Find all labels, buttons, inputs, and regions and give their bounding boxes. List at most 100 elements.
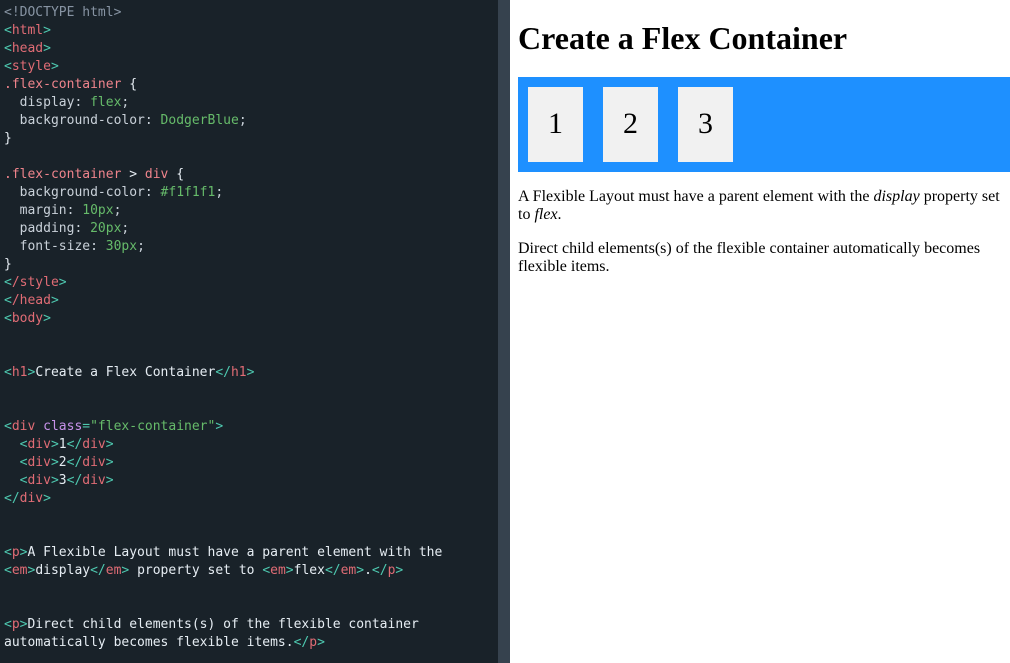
code-token-semicolon: ; xyxy=(121,95,130,110)
code-token-punct: > xyxy=(50,473,59,488)
code-token-punct: > xyxy=(50,59,59,74)
code-token-tag: head xyxy=(11,41,44,56)
code-token-punct: < xyxy=(4,293,12,308)
code-token-punct: < xyxy=(262,563,271,578)
code-editor-pane[interactable]: <!DOCTYPE html> <html> <head> <style> .flex-… xyxy=(0,0,510,663)
code-token-punct: > xyxy=(50,455,59,470)
code-token-text: Direct child elements(s) of the flexible… xyxy=(27,617,419,632)
code-line: .flex-container > div { xyxy=(4,166,498,184)
code-token-colon: : xyxy=(90,239,106,254)
code-token-text: 2 xyxy=(58,455,67,470)
code-token-tag: h1 xyxy=(11,365,28,380)
code-token-tag: em xyxy=(11,563,28,578)
code-token-punct: < xyxy=(4,617,12,632)
code-line: <div>1</div> xyxy=(4,436,498,454)
code-token-indent xyxy=(4,203,20,218)
code-token-punct: </ xyxy=(215,365,231,380)
code-token-punct: > xyxy=(317,635,325,650)
code-token-tag: div xyxy=(82,455,106,470)
code-token-indent xyxy=(4,221,20,236)
code-token-text: . xyxy=(364,563,372,578)
code-token-punct: > xyxy=(58,275,67,290)
code-token-property: display xyxy=(19,95,75,110)
code-token-colon: : xyxy=(66,203,83,218)
code-token-colon: : xyxy=(144,113,161,128)
page-title: Create a Flex Container xyxy=(518,20,848,56)
code-token-text: 1 xyxy=(58,437,67,452)
code-token-semicolon: ; xyxy=(238,113,247,128)
code-token-punct: </ xyxy=(66,437,83,452)
code-token-punct: < xyxy=(4,41,12,56)
flex-item: 1 xyxy=(528,87,583,162)
code-line: background-color: DodgerBlue; xyxy=(4,112,498,130)
code-line: <style> xyxy=(4,58,498,76)
code-token-punct: > xyxy=(43,41,51,56)
code-token-punct: </ xyxy=(371,563,388,578)
code-editor-text-area[interactable]: <!DOCTYPE html> <html> <head> <style> .flex-… xyxy=(0,0,498,663)
code-token-selector: .flex-container xyxy=(4,77,122,92)
code-token-tag: html xyxy=(11,23,44,38)
code-token-property xyxy=(4,95,20,110)
code-token-punct: </ xyxy=(293,635,310,650)
code-token-brace: { xyxy=(121,77,138,92)
code-token-tag: p xyxy=(11,617,20,632)
code-token-colon: : xyxy=(74,95,91,110)
code-token-indent xyxy=(4,455,20,470)
code-token-selector: .flex-container xyxy=(4,167,122,182)
code-token-punct: < xyxy=(4,365,12,380)
code-token-punct: < xyxy=(4,23,12,38)
code-token-colon: : xyxy=(74,221,91,236)
code-token-punct: > xyxy=(105,437,114,452)
code-line: <head> xyxy=(4,40,498,58)
code-line: <html> xyxy=(4,22,498,40)
code-token-punct: </ xyxy=(90,563,106,578)
code-line: </div> xyxy=(4,490,498,508)
flex-item: 2 xyxy=(603,87,658,162)
code-line: background-color: #f1f1f1; xyxy=(4,184,498,202)
code-block[interactable]: <!DOCTYPE html> <html> <head> <style> .flex-… xyxy=(4,4,498,663)
code-token-tag: style xyxy=(11,59,51,74)
code-token-property: padding xyxy=(19,221,75,236)
code-token-punct: > xyxy=(43,23,51,38)
code-token-value: DodgerBlue xyxy=(160,113,239,128)
editor-vertical-scrollbar[interactable] xyxy=(498,0,510,663)
code-token-string: "flex-container" xyxy=(90,419,216,434)
code-token-text: Create a Flex Container xyxy=(35,365,216,380)
code-token-punct: </ xyxy=(324,563,341,578)
code-line: <div class="flex-container"> xyxy=(4,418,498,436)
code-token-punct: > xyxy=(285,563,294,578)
code-token-tag: p xyxy=(11,545,20,560)
code-token-semicolon: ; xyxy=(113,203,122,218)
code-token-tag: div xyxy=(27,473,51,488)
code-token-attribute: class xyxy=(43,419,83,434)
code-line: automatically becomes flexible items.</p… xyxy=(4,634,498,652)
code-token-tag: /head xyxy=(11,293,51,308)
code-line: display: flex; xyxy=(4,94,498,112)
paragraph-1-text-before: A Flexible Layout must have a parent ele… xyxy=(518,187,874,205)
editor-scrollbar-thumb[interactable] xyxy=(498,0,510,663)
code-token-tag: /style xyxy=(11,275,59,290)
code-token-punct: > xyxy=(215,419,224,434)
code-line: <div>2</div> xyxy=(4,454,498,472)
paragraph-1-text-after: . xyxy=(557,205,562,223)
code-token-indent xyxy=(4,239,20,254)
code-token-property: margin xyxy=(19,203,67,218)
paragraph-1-emphasis-flex: flex xyxy=(534,205,558,223)
code-token-indent xyxy=(4,437,20,452)
code-line: } xyxy=(4,256,498,274)
code-token-tag: div xyxy=(82,437,106,452)
code-token-brace: { xyxy=(168,167,185,182)
code-line: <h1>Create a Flex Container</h1> xyxy=(4,364,498,382)
code-line: padding: 20px; xyxy=(4,220,498,238)
code-token-semicolon: ; xyxy=(137,239,145,254)
code-token-punct: > xyxy=(246,365,255,380)
flex-item: 3 xyxy=(678,87,733,162)
code-token-punct: < xyxy=(4,419,12,434)
